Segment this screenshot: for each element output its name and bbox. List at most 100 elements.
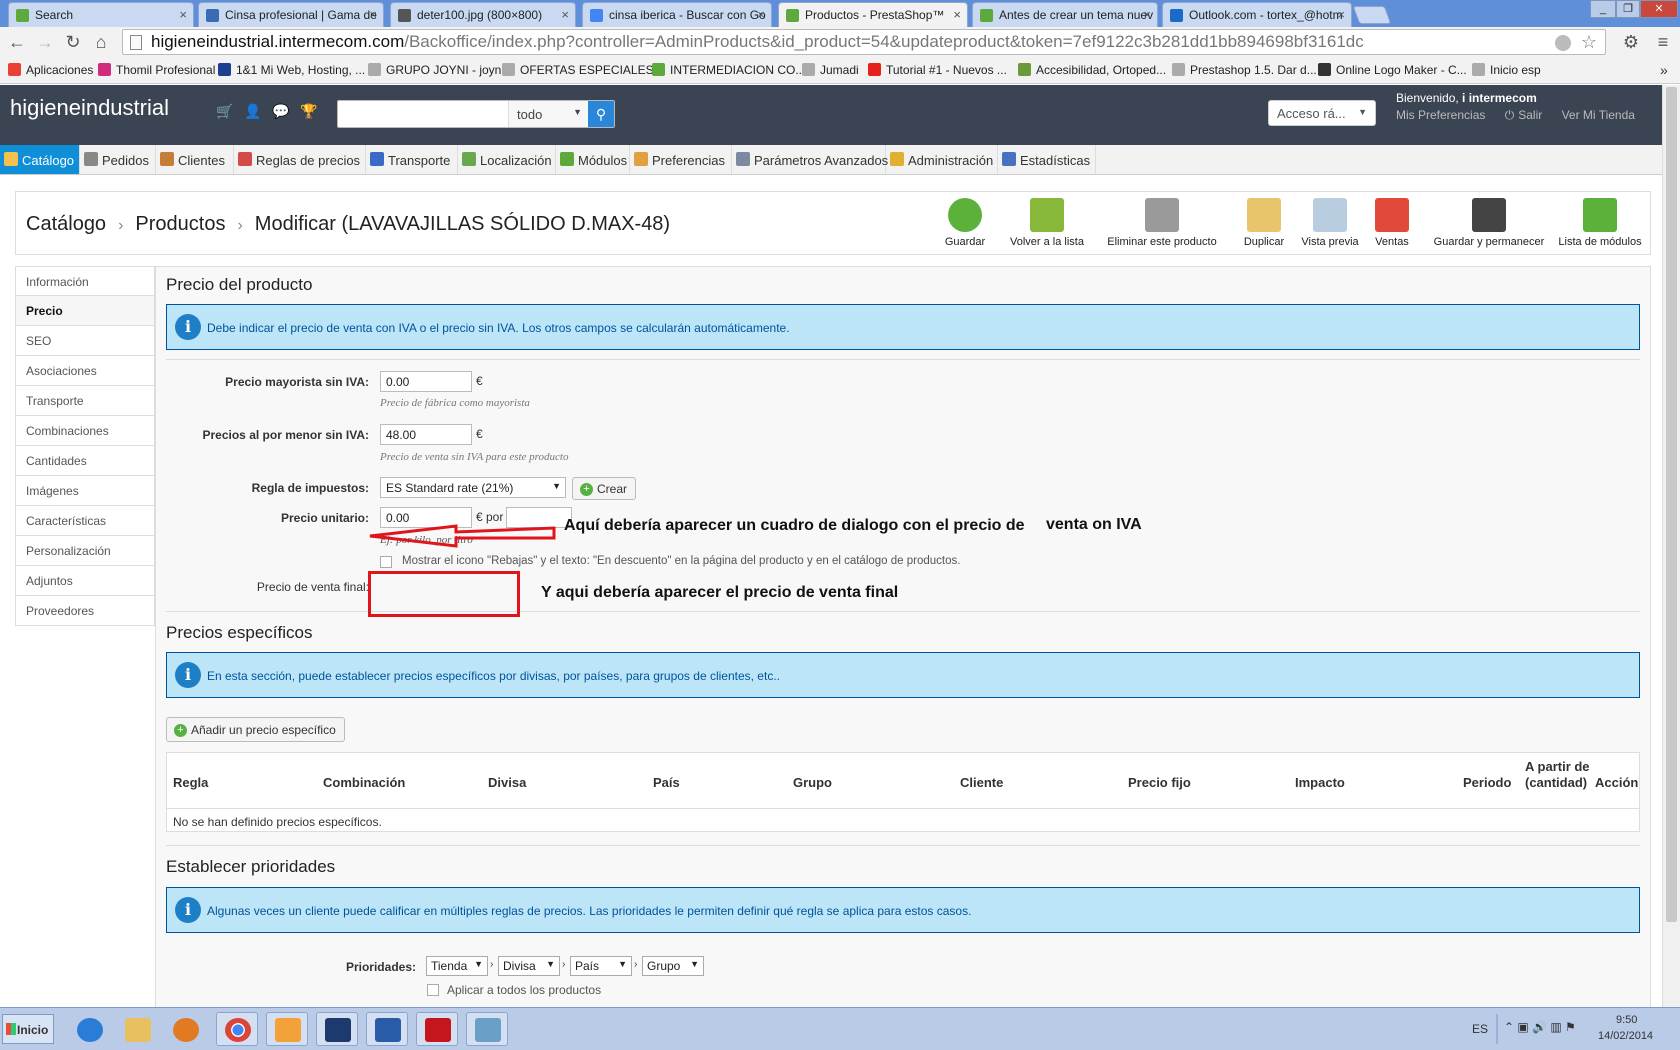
taskbar-explorer[interactable] — [116, 1012, 158, 1046]
clock-date[interactable]: 14/02/2014 — [1598, 1030, 1653, 1042]
minimize-button[interactable]: _ — [1590, 0, 1616, 18]
new-tab-button[interactable] — [1352, 6, 1392, 24]
bookmark-item[interactable]: INTERMEDIACION CO... — [652, 63, 805, 77]
forward-icon[interactable]: → — [34, 31, 56, 53]
tab-imagenes[interactable]: Imágenes — [15, 476, 155, 506]
cart-icon[interactable]: 🛒 — [216, 103, 233, 119]
menu-item-clientes[interactable]: Clientes — [156, 145, 234, 174]
extension-icon[interactable] — [1555, 35, 1571, 51]
tray-icons[interactable]: ⌃ ▣ 🔊 ▥ ⚑ — [1504, 1020, 1576, 1034]
messages-icon[interactable]: 💬 — [272, 103, 289, 119]
tab-caracteristicas[interactable]: Características — [15, 506, 155, 536]
tab-combinaciones[interactable]: Combinaciones — [15, 416, 155, 446]
start-button[interactable]: Inicio — [2, 1014, 54, 1044]
taskbar-photoshop[interactable] — [316, 1012, 358, 1046]
menu-item-preferencias[interactable]: Preferencias — [630, 145, 732, 174]
taskbar-media[interactable] — [164, 1012, 206, 1046]
tab-cantidades[interactable]: Cantidades — [15, 446, 155, 476]
tab-informacion[interactable]: Información — [15, 266, 155, 296]
menu-item-estadisticas[interactable]: Estadísticas — [998, 145, 1096, 174]
taskbar-viewer[interactable] — [466, 1012, 508, 1046]
close-icon[interactable]: × — [757, 7, 765, 22]
gear-icon[interactable]: ⚙ — [1620, 31, 1642, 53]
bookmark-item[interactable]: OFERTAS ESPECIALES... — [502, 63, 664, 77]
priority-select-3[interactable]: País ▼ — [570, 956, 632, 976]
tab-adjuntos[interactable]: Adjuntos — [15, 566, 155, 596]
tab-proveedores[interactable]: Proveedores — [15, 596, 155, 626]
tab-precio[interactable]: Precio — [15, 296, 155, 326]
tab-seo[interactable]: SEO — [15, 326, 155, 356]
scrollbar-thumb[interactable] — [1666, 87, 1677, 922]
save-and-stay-button[interactable]: Guardar y permanecer — [1428, 198, 1550, 252]
apply-all-checkbox[interactable] — [427, 984, 439, 996]
maximize-button[interactable]: ❐ — [1616, 0, 1640, 18]
menu-item-localizacion[interactable]: Localización — [458, 145, 556, 174]
bookmark-item[interactable]: Accesibilidad, Ortoped... — [1018, 63, 1166, 77]
bookmark-star-icon[interactable]: ☆ — [1581, 30, 1597, 54]
menu-item-administracion[interactable]: Administración — [886, 145, 998, 174]
add-specific-price-button[interactable]: + Añadir un precio específico — [166, 717, 345, 742]
browser-tab[interactable]: Outlook.com - tortex_@hotm × — [1162, 2, 1352, 27]
close-icon[interactable]: × — [1337, 7, 1345, 22]
bookmark-item[interactable]: GRUPO JOYNI - joyni — [368, 63, 504, 77]
view-shop-link[interactable]: Ver Mi Tienda — [1562, 108, 1635, 122]
menu-item-parametros-avanzados[interactable]: Parámetros Avanzados — [732, 145, 888, 174]
tab-asociaciones[interactable]: Asociaciones — [15, 356, 155, 386]
user-icon[interactable]: 👤 — [244, 103, 261, 119]
browser-tab[interactable]: deter100.jpg (800×800) × — [390, 2, 576, 27]
duplicate-button[interactable]: Duplicar — [1232, 198, 1296, 252]
reload-icon[interactable]: ↻ — [62, 31, 84, 53]
back-to-list-button[interactable]: Volver a la lista — [1002, 198, 1092, 252]
close-window-button[interactable]: ✕ — [1640, 0, 1678, 18]
retail-price-input[interactable]: 48.00 — [380, 424, 472, 445]
close-icon[interactable]: × — [953, 7, 961, 22]
bookmark-item[interactable]: Thomil Profesional — [98, 63, 215, 77]
close-icon[interactable]: × — [369, 7, 377, 22]
search-button[interactable]: ⚲ — [588, 101, 614, 127]
bookmark-item[interactable]: Online Logo Maker - C... — [1318, 63, 1467, 77]
browser-tab[interactable]: cinsa iberica - Buscar con Go × — [582, 2, 772, 27]
home-icon[interactable]: ⌂ — [90, 31, 112, 53]
menu-item-catalogo[interactable]: Catálogo — [0, 145, 80, 174]
back-icon[interactable]: ← — [6, 31, 28, 53]
address-bar[interactable]: higieneindustrial.intermecom.com/Backoff… — [122, 29, 1606, 55]
menu-item-reglas-precios[interactable]: Reglas de precios — [234, 145, 366, 174]
close-icon[interactable]: × — [179, 7, 187, 22]
save-button[interactable]: Guardar — [936, 198, 994, 252]
taskbar-outlook[interactable] — [266, 1012, 308, 1046]
taskbar-word[interactable] — [366, 1012, 408, 1046]
bookmark-item[interactable]: Inicio esp — [1472, 63, 1541, 77]
browser-tab[interactable]: Cinsa profesional | Gama de × — [198, 2, 384, 27]
bookmark-item[interactable]: Aplicaciones — [8, 63, 93, 77]
menu-item-transporte[interactable]: Transporte — [366, 145, 458, 174]
priority-select-4[interactable]: Grupo ▼ — [642, 956, 704, 976]
module-list-button[interactable]: Lista de módulos — [1552, 198, 1648, 252]
bookmark-item[interactable]: Jumadi — [802, 63, 859, 77]
taskbar-ie[interactable] — [68, 1012, 110, 1046]
tab-personalizacion[interactable]: Personalización — [15, 536, 155, 566]
tax-rule-select[interactable]: ES Standard rate (21%) ▼ — [380, 477, 566, 498]
trophy-icon[interactable]: 🏆 — [300, 103, 317, 119]
priority-select-2[interactable]: Divisa ▼ — [498, 956, 560, 976]
wholesale-price-input[interactable]: 0.00 — [380, 371, 472, 392]
bookmark-item[interactable]: 1&1 Mi Web, Hosting, ... — [218, 63, 365, 77]
preview-button[interactable]: Vista previa — [1296, 198, 1364, 252]
shop-name[interactable]: higieneindustrial — [10, 95, 169, 121]
bookmark-item[interactable]: Tutorial #1 - Nuevos ... — [868, 63, 1007, 77]
more-bookmarks-icon[interactable]: » — [1660, 62, 1668, 78]
clock-time[interactable]: 9:50 — [1616, 1014, 1637, 1026]
search-scope-select[interactable]: todo ▼ — [508, 101, 588, 127]
quick-access-select[interactable]: Acceso rá... ▼ — [1268, 100, 1376, 126]
create-tax-rule-button[interactable]: + Crear — [572, 477, 637, 500]
tab-transporte[interactable]: Transporte — [15, 386, 155, 416]
breadcrumb-catalogo[interactable]: Catálogo — [26, 213, 106, 235]
close-icon[interactable]: × — [1143, 7, 1151, 22]
browser-tab[interactable]: Antes de crear un tema nuev × — [972, 2, 1158, 27]
sales-button[interactable]: Ventas — [1364, 198, 1420, 252]
priority-select-1[interactable]: Tienda ▼ — [426, 956, 488, 976]
menu-icon[interactable]: ≡ — [1652, 31, 1674, 53]
breadcrumb-productos[interactable]: Productos — [135, 213, 225, 235]
logout-link[interactable]: Salir — [1518, 108, 1542, 122]
browser-tab[interactable]: Search × — [8, 2, 194, 27]
taskbar-chrome[interactable] — [216, 1012, 258, 1046]
